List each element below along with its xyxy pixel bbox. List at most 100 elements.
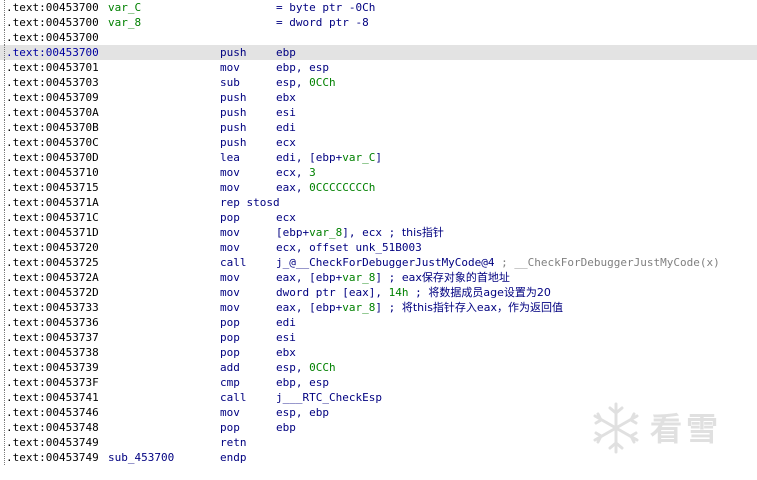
row-address[interactable]: .text:00453700 — [6, 45, 99, 60]
operand-variable[interactable]: var_8 — [309, 226, 342, 239]
instruction-operands[interactable]: ebp, esp — [276, 375, 329, 390]
listing-row[interactable]: .text:00453703 sub esp, 0CCh — [0, 75, 757, 90]
instruction-operands[interactable]: = dword ptr -8 — [276, 15, 369, 30]
operand-variable[interactable]: var_C — [342, 151, 375, 164]
instruction-mnemonic[interactable]: push — [220, 135, 247, 150]
instruction-mnemonic[interactable]: mov — [220, 60, 240, 75]
instruction-mnemonic[interactable]: lea — [220, 150, 240, 165]
instruction-mnemonic[interactable]: mov — [220, 180, 240, 195]
instruction-operands[interactable]: ecx — [276, 135, 296, 150]
row-address[interactable]: .text:0045372D — [6, 285, 99, 300]
row-address[interactable]: .text:0045373F — [6, 375, 99, 390]
instruction-operands[interactable]: ebp — [276, 45, 296, 60]
listing-row[interactable]: .text:00453710 mov ecx, 3 — [0, 165, 757, 180]
instruction-mnemonic[interactable]: retn — [220, 435, 247, 450]
row-address[interactable]: .text:00453736 — [6, 315, 99, 330]
listing-row[interactable]: .text:0045373F cmp ebp, esp — [0, 375, 757, 390]
row-address[interactable]: .text:00453737 — [6, 330, 99, 345]
listing-row[interactable]: .text:00453701 mov ebp, esp — [0, 60, 757, 75]
instruction-operands[interactable]: ebx — [276, 345, 296, 360]
instruction-mnemonic[interactable]: push — [220, 45, 247, 60]
row-address[interactable]: .text:0045370C — [6, 135, 99, 150]
instruction-operands[interactable]: ecx, offset unk_51B003 — [276, 240, 422, 255]
instruction-operands[interactable]: edi — [276, 120, 296, 135]
instruction-mnemonic[interactable]: add — [220, 360, 240, 375]
instruction-mnemonic[interactable]: mov — [220, 240, 240, 255]
row-address[interactable]: .text:00453720 — [6, 240, 99, 255]
instruction-operands[interactable]: ebp — [276, 420, 296, 435]
instruction-operands[interactable]: eax, [ebp+var_8] ; 将this指针存入eax，作为返回值 — [276, 300, 563, 315]
listing-row[interactable]: .text:0045371C pop ecx — [0, 210, 757, 225]
listing-row[interactable]: .text:0045372D mov dword ptr [eax], 14h ; … — [0, 285, 757, 300]
instruction-operands[interactable]: esp, 0CCh — [276, 75, 336, 90]
instruction-operands[interactable]: ebx — [276, 90, 296, 105]
listing-row[interactable]: .text:0045370B push edi — [0, 120, 757, 135]
listing-row[interactable]: .text:0045370C push ecx — [0, 135, 757, 150]
instruction-mnemonic[interactable]: sub — [220, 75, 240, 90]
listing-row[interactable]: .text:00453709 push ebx — [0, 90, 757, 105]
instruction-mnemonic[interactable]: pop — [220, 345, 240, 360]
listing-row[interactable]: .text:00453738 pop ebx — [0, 345, 757, 360]
listing-row[interactable]: .text:00453739 add esp, 0CCh — [0, 360, 757, 375]
row-address[interactable]: .text:00453748 — [6, 420, 99, 435]
row-address[interactable]: .text:00453701 — [6, 60, 99, 75]
row-address[interactable]: .text:0045370B — [6, 120, 99, 135]
row-address[interactable]: .text:00453715 — [6, 180, 99, 195]
row-address[interactable]: .text:0045371C — [6, 210, 99, 225]
instruction-operands[interactable]: esi — [276, 105, 296, 120]
instruction-operands[interactable]: = byte ptr -0Ch — [276, 0, 375, 15]
listing-row[interactable]: .text:00453720 mov ecx, offset unk_51B003 — [0, 240, 757, 255]
row-address[interactable]: .text:00453749 — [6, 435, 99, 450]
instruction-operands[interactable]: ecx — [276, 210, 296, 225]
row-address[interactable]: .text:0045371D — [6, 225, 99, 240]
row-address[interactable]: .text:00453741 — [6, 390, 99, 405]
instruction-mnemonic[interactable]: push — [220, 120, 247, 135]
instruction-operands[interactable]: eax, [ebp+var_8] ; eax保存对象的首地址 — [276, 270, 510, 285]
function-label[interactable]: sub_453700 — [108, 450, 174, 465]
row-address[interactable]: .text:00453700 — [6, 0, 99, 15]
instruction-mnemonic[interactable]: call — [220, 255, 247, 270]
listing-row[interactable]: .text:0045372A mov eax, [ebp+var_8] ; eax保… — [0, 270, 757, 285]
operand-variable[interactable]: var_8 — [342, 271, 375, 284]
row-address[interactable]: .text:00453700 — [6, 30, 99, 45]
instruction-mnemonic[interactable]: pop — [220, 420, 240, 435]
instruction-operands[interactable]: esp, ebp — [276, 405, 329, 420]
row-address[interactable]: .text:00453703 — [6, 75, 99, 90]
instruction-operands[interactable]: ecx, 3 — [276, 165, 316, 180]
instruction-mnemonic[interactable]: pop — [220, 210, 240, 225]
instruction-mnemonic[interactable]: mov — [220, 300, 240, 315]
listing-row[interactable]: .text:00453700 push ebp — [0, 45, 757, 60]
instruction-mnemonic[interactable]: mov — [220, 225, 240, 240]
row-address[interactable]: .text:00453710 — [6, 165, 99, 180]
instruction-mnemonic[interactable]: pop — [220, 315, 240, 330]
instruction-mnemonic[interactable]: mov — [220, 285, 240, 300]
row-address[interactable]: .text:00453725 — [6, 255, 99, 270]
listing-row[interactable]: .text:0045370D lea edi, [ebp+var_C] — [0, 150, 757, 165]
row-address[interactable]: .text:00453749 — [6, 450, 99, 465]
row-address[interactable]: .text:00453709 — [6, 90, 99, 105]
instruction-mnemonic[interactable]: cmp — [220, 375, 240, 390]
row-address[interactable]: .text:0045370A — [6, 105, 99, 120]
listing-row[interactable]: .text:00453700 — [0, 30, 757, 45]
instruction-mnemonic[interactable]: mov — [220, 270, 240, 285]
listing-row[interactable]: .text:0045371A rep stosd — [0, 195, 757, 210]
row-address[interactable]: .text:00453738 — [6, 345, 99, 360]
row-address[interactable]: .text:0045370D — [6, 150, 99, 165]
row-address[interactable]: .text:0045372A — [6, 270, 99, 285]
listing-row[interactable]: .text:00453725 call j_@__CheckForDebuggerJ… — [0, 255, 757, 270]
row-address[interactable]: .text:00453733 — [6, 300, 99, 315]
listing-row[interactable]: .text:00453737 pop esi — [0, 330, 757, 345]
instruction-operands[interactable]: esi — [276, 330, 296, 345]
listing-row[interactable]: .text:00453733 mov eax, [ebp+var_8] ; 将thi… — [0, 300, 757, 315]
listing-row[interactable]: .text:00453700 var_8 = dword ptr -8 — [0, 15, 757, 30]
instruction-operands[interactable]: edi, [ebp+var_C] — [276, 150, 382, 165]
listing-row[interactable]: .text:00453700 var_C = byte ptr -0Ch — [0, 0, 757, 15]
instruction-operands[interactable]: j___RTC_CheckEsp — [276, 390, 382, 405]
row-address[interactable]: .text:00453739 — [6, 360, 99, 375]
instruction-mnemonic[interactable]: mov — [220, 405, 240, 420]
instruction-mnemonic[interactable]: call — [220, 390, 247, 405]
instruction-operands[interactable]: esp, 0CCh — [276, 360, 336, 375]
instruction-operands[interactable]: ebp, esp — [276, 60, 329, 75]
listing-row[interactable]: .text:0045371D mov [ebp+var_8], ecx ; this… — [0, 225, 757, 240]
instruction-mnemonic[interactable]: endp — [220, 450, 247, 465]
